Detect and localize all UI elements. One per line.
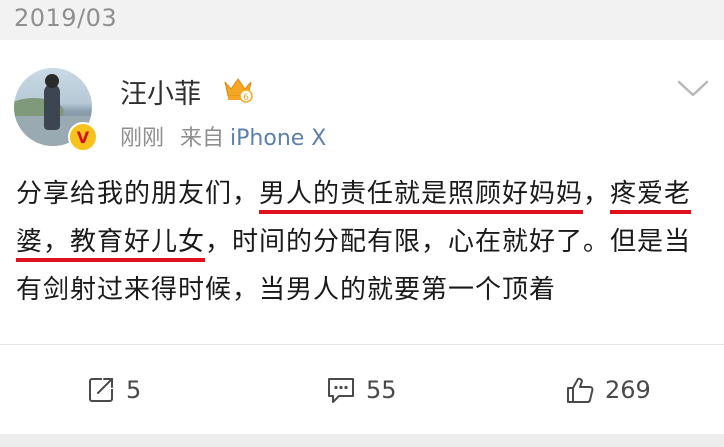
post-text-part: ， <box>583 179 611 209</box>
post-meta: 刚刚 来自 iPhone X <box>120 120 326 152</box>
weibo-post-card: V 汪小菲 6 刚刚 来自 iPhone X 分享给我的朋友们，男人的责任就是照顾好… <box>0 40 724 434</box>
post-time: 刚刚 <box>120 126 165 151</box>
verified-icon: V <box>68 122 98 152</box>
comment-count: 55 <box>366 375 397 404</box>
avatar[interactable]: V <box>14 68 98 152</box>
repost-count: 5 <box>126 375 142 404</box>
like-icon <box>567 377 594 403</box>
crown-icon: 6 <box>224 78 253 103</box>
date-label: 2019/03 <box>14 4 118 32</box>
like-button[interactable]: 269 <box>565 345 651 434</box>
chevron-down-icon[interactable] <box>676 78 710 100</box>
like-count: 269 <box>605 375 651 404</box>
username[interactable]: 汪小菲 <box>120 72 201 111</box>
badge-level: 6 <box>243 93 249 103</box>
post-text: 分享给我的朋友们，男人的责任就是照顾好妈妈，疼爱老婆，教育好儿女，时间的分配有限… <box>16 170 716 314</box>
action-bar: 5 55 269 <box>0 345 724 434</box>
repost-icon <box>89 377 113 402</box>
highlighted-text: 男人的责任就是照顾好妈妈 <box>259 179 584 214</box>
source-prefix: 来自 <box>180 126 225 151</box>
comment-button[interactable]: 55 <box>326 345 397 434</box>
post-text-part: 分享给我的朋友们， <box>16 179 260 209</box>
feed-separator <box>0 434 724 447</box>
source-device[interactable]: iPhone X <box>230 126 326 151</box>
comment-icon <box>328 377 354 403</box>
repost-button[interactable]: 5 <box>86 345 141 434</box>
date-header: 2019/03 <box>0 0 724 40</box>
